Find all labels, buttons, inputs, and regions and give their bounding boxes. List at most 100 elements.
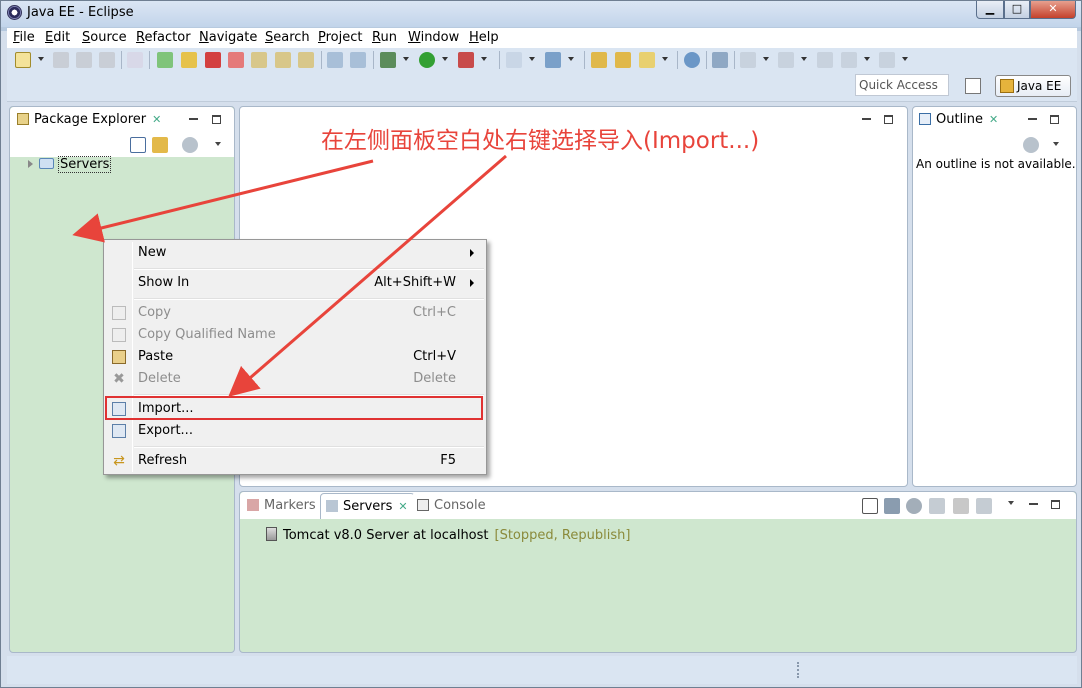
menu-run[interactable]: Run [372,30,397,45]
maximize-view-icon[interactable] [1050,115,1059,124]
close-tab-icon[interactable]: ✕ [989,113,998,126]
step-return-icon[interactable] [298,52,314,68]
menu-window[interactable]: Window [408,30,459,45]
outline-message: An outline is not available. [916,157,1076,171]
print-icon[interactable] [99,52,115,68]
profile-server-icon[interactable] [929,498,945,514]
open-folder-icon[interactable] [591,52,607,68]
menu-item-delete[interactable]: ✖ Delete Delete [106,368,484,390]
debug-icon[interactable] [380,52,396,68]
minimize-view-icon[interactable] [189,115,198,120]
perspective-java-ee-button[interactable]: Java EE [995,75,1071,97]
maximize-view-icon[interactable] [212,115,221,124]
new-class-icon[interactable] [545,52,561,68]
external-tools-icon[interactable] [458,52,474,68]
new-dropdown-icon[interactable] [38,57,44,61]
minimize-view-icon[interactable] [1029,500,1038,505]
quick-access-input[interactable]: Quick Access [855,74,949,96]
menu-item-paste[interactable]: Paste Ctrl+V [106,346,484,368]
step-into-icon[interactable] [251,52,267,68]
menu-search[interactable]: Search [265,30,310,45]
menu-item-copy-qualified-name[interactable]: Copy Qualified Name [106,324,484,346]
menu-item-show-in[interactable]: Show In Alt+Shift+W [106,272,484,294]
collapse-all-icon[interactable] [130,137,146,153]
expand-icon[interactable] [28,160,33,168]
search-icon[interactable] [350,52,366,68]
menu-help[interactable]: Help [469,30,499,45]
resume-icon[interactable] [157,52,173,68]
menu-item-export[interactable]: Export... [106,420,484,442]
pen-dropdown-icon[interactable] [662,57,668,61]
menu-item-refresh[interactable]: ⇄ Refresh F5 [106,450,484,472]
run-icon[interactable] [419,52,435,68]
prev-annotation-dropdown-icon[interactable] [801,57,807,61]
pen-icon[interactable] [639,52,655,68]
link-with-editor-icon[interactable] [152,137,168,153]
tab-console[interactable]: Console [412,493,492,519]
editor-minimize-icon[interactable] [862,115,871,120]
annotation-icon[interactable] [712,52,728,68]
save-icon[interactable] [53,52,69,68]
close-tab-icon[interactable]: ✕ [398,500,407,513]
disconnect-icon[interactable] [228,52,244,68]
focus-icon[interactable] [1023,137,1039,153]
menu-source[interactable]: Source [82,30,127,45]
tab-servers[interactable]: Servers ✕ [320,493,415,519]
save-all-icon[interactable] [76,52,92,68]
back-dropdown-icon[interactable] [864,57,870,61]
view-menu-icon[interactable] [1053,142,1059,146]
view-menu-icon[interactable] [1008,501,1014,505]
minimize-view-icon[interactable] [1028,115,1037,120]
outline-panel[interactable]: Outline ✕ An outline is not available. [912,106,1077,487]
menu-refactor[interactable]: Refactor [136,30,191,45]
globe-icon[interactable] [684,52,700,68]
menu-item-new[interactable]: New [106,242,484,264]
server-row[interactable]: Tomcat v8.0 Server at localhost [Stopped,… [266,527,630,543]
open-task-icon[interactable] [615,52,631,68]
focus-icon[interactable] [182,137,198,153]
last-edit-icon[interactable] [817,52,833,68]
debug-dropdown-icon[interactable] [403,57,409,61]
menu-edit[interactable]: Edit [45,30,70,45]
minimize-button[interactable]: ▁ [976,1,1004,19]
back-icon[interactable] [841,52,857,68]
status-grip[interactable] [797,662,799,678]
editor-maximize-icon[interactable] [884,115,893,124]
skip-breakpoints-icon[interactable] [127,52,143,68]
new-class-dropdown-icon[interactable] [568,57,574,61]
new-server-icon[interactable] [506,52,522,68]
tree-item-servers[interactable]: Servers [28,156,112,173]
run-dropdown-icon[interactable] [442,57,448,61]
view-menu-icon[interactable] [215,142,221,146]
terminate-icon[interactable] [205,52,221,68]
stop-server-icon[interactable] [953,498,969,514]
forward-icon[interactable] [879,52,895,68]
close-tab-icon[interactable]: ✕ [152,113,161,126]
tab-outline[interactable]: Outline ✕ [914,107,1005,133]
menu-project[interactable]: Project [318,30,363,45]
new-icon[interactable] [15,52,31,68]
external-tools-dropdown-icon[interactable] [481,57,487,61]
close-button[interactable]: ✕ [1030,1,1076,19]
publish-icon[interactable] [976,498,992,514]
collapse-icon[interactable] [862,498,878,514]
servers-panel[interactable]: Markers Servers ✕ Console Tomcat v8.0 Ser… [239,491,1077,653]
next-annotation-icon[interactable] [740,52,756,68]
menu-item-copy[interactable]: Copy Ctrl+C [106,302,484,324]
forward-dropdown-icon[interactable] [902,57,908,61]
menu-navigate[interactable]: Navigate [199,30,257,45]
next-annotation-dropdown-icon[interactable] [763,57,769,61]
debug-server-icon[interactable] [884,498,900,514]
suspend-icon[interactable] [181,52,197,68]
maximize-button[interactable]: □ [1004,1,1030,19]
tab-package-explorer[interactable]: Package Explorer ✕ [12,107,168,133]
prev-annotation-icon[interactable] [778,52,794,68]
menu-file[interactable]: File [13,30,35,45]
open-type-icon[interactable] [327,52,343,68]
step-over-icon[interactable] [275,52,291,68]
new-server-dropdown-icon[interactable] [529,57,535,61]
maximize-view-icon[interactable] [1051,500,1060,509]
open-perspective-icon[interactable] [965,78,981,94]
start-server-icon[interactable] [906,498,922,514]
tab-markers[interactable]: Markers [242,493,322,519]
